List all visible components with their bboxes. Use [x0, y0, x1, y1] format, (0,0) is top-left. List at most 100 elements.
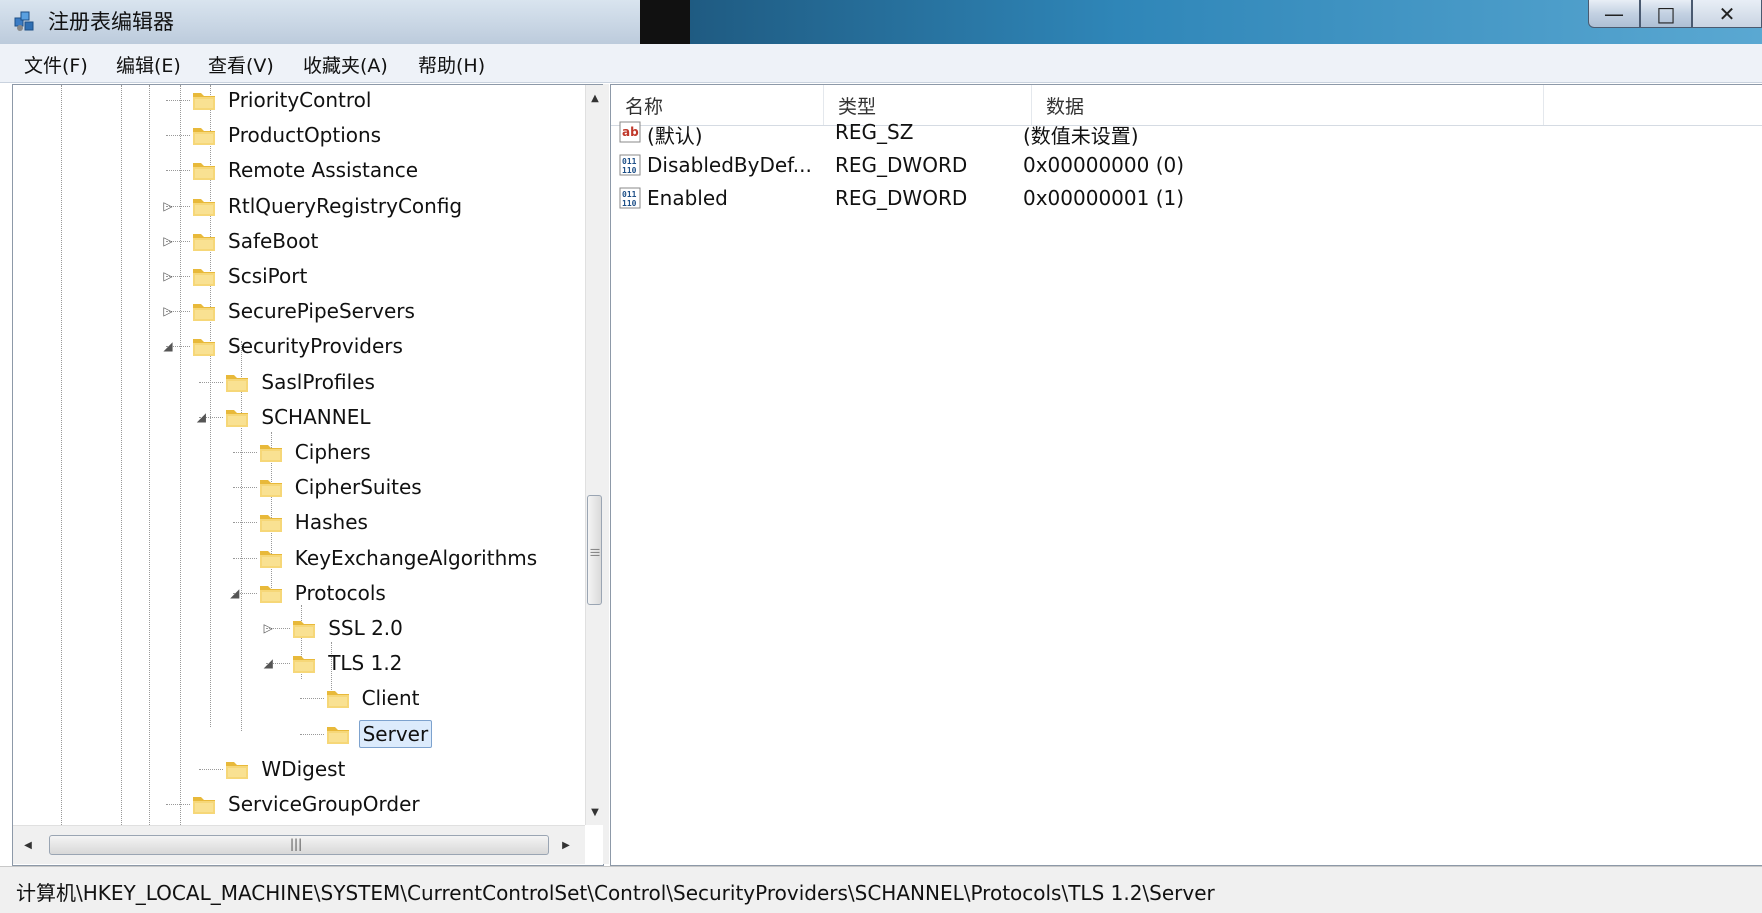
title-bar-dark-strip: [640, 0, 690, 44]
tree-guide-line: [61, 85, 62, 825]
svg-text:011: 011: [622, 157, 637, 166]
tree-item[interactable]: PriorityControl: [191, 85, 374, 117]
tree-item[interactable]: ◢ SecurityProviders: [163, 329, 406, 363]
tree-item[interactable]: ▷ RtlQueryRegistryConfig: [163, 189, 465, 223]
tree-connector-line: [232, 452, 257, 453]
dword-value-icon: 011 110: [619, 153, 643, 177]
tree-connector-line: [232, 487, 257, 489]
tree-horizontal-scroll-thumb[interactable]: |||: [49, 835, 549, 855]
tree-connector-line: [166, 804, 190, 805]
svg-text:ab: ab: [622, 125, 639, 139]
value-row[interactable]: 011 110 Enabled REG_DWORD 0x00000001 (1): [611, 181, 1762, 215]
value-row[interactable]: 011 110 DisabledByDef... REG_DWORD 0x0000000…: [611, 148, 1762, 182]
tree-connector-line: [199, 768, 224, 770]
tree-item[interactable]: ▷ ScsiPort: [163, 259, 310, 293]
tree-item[interactable]: Hashes: [258, 505, 371, 539]
menu-help[interactable]: 帮助(H): [418, 51, 485, 78]
registry-path: 计算机\HKEY_LOCAL_MACHINE\SYSTEM\CurrentCon…: [16, 881, 1215, 905]
pane-splitter[interactable]: [603, 84, 609, 864]
folder-icon: [191, 194, 217, 218]
tree-item[interactable]: Server: [325, 717, 433, 751]
tree-item[interactable]: ProductOptions: [191, 118, 384, 152]
registry-tree[interactable]: PriorityControl ProductOptions Remote Assi…: [12, 84, 604, 866]
tree-item-label: SafeBoot: [228, 228, 319, 253]
folder-icon: [191, 792, 217, 816]
status-bar: 计算机\HKEY_LOCAL_MACHINE\SYSTEM\CurrentCon…: [0, 866, 1762, 913]
value-name: Enabled: [647, 186, 728, 210]
tree-item[interactable]: ServiceGroupOrder: [191, 787, 423, 821]
minimize-icon: —: [1604, 1, 1624, 26]
maximize-button[interactable]: □: [1640, 0, 1692, 28]
tree-vertical-scrollbar[interactable]: ▲ — — — ▼: [585, 85, 603, 825]
collapse-arrow-icon[interactable]: ◢: [161, 339, 175, 353]
maximize-icon: □: [1656, 1, 1676, 26]
folder-icon: [191, 229, 217, 253]
folder-icon: [258, 546, 284, 570]
value-row[interactable]: ab (默认) REG_SZ (数值未设置): [611, 115, 1762, 149]
tree-item[interactable]: Ciphers: [258, 435, 374, 469]
folder-icon: [191, 264, 217, 288]
tree-item[interactable]: ◢ TLS 1.2: [264, 646, 405, 680]
tree-item-label: Remote Assistance: [228, 158, 419, 183]
expand-arrow-icon[interactable]: ▷: [161, 234, 175, 248]
tree-item-label: KeyExchangeAlgorithms: [294, 545, 538, 570]
folder-icon: [258, 475, 284, 499]
folder-icon: [291, 616, 317, 640]
tree-item[interactable]: Client: [325, 681, 423, 715]
tree-item[interactable]: ◢ SCHANNEL: [197, 400, 373, 434]
collapse-arrow-icon[interactable]: ◢: [194, 410, 208, 424]
expand-arrow-icon[interactable]: ▷: [161, 269, 175, 283]
expand-arrow-icon[interactable]: ▷: [261, 621, 275, 635]
menu-favorites[interactable]: 收藏夹(A): [303, 51, 388, 78]
folder-icon: [291, 651, 317, 675]
tree-item[interactable]: ◢ Protocols: [230, 576, 389, 610]
tree-item[interactable]: CipherSuites: [258, 470, 425, 504]
scroll-down-icon[interactable]: ▼: [586, 803, 603, 821]
folder-icon: [224, 370, 250, 394]
folder-icon: [325, 686, 351, 710]
svg-text:011: 011: [622, 190, 637, 199]
values-list[interactable]: 名称 类型 数据 ab (默认) REG_SZ (数值未设置) 011 110 Disabl…: [610, 84, 1762, 866]
tree-item[interactable]: ▷ SecurePipeServers: [163, 294, 418, 328]
tree-item[interactable]: ▷ SSL 2.0: [264, 611, 406, 645]
svg-text:110: 110: [622, 166, 637, 175]
tree-item-label: Hashes: [294, 510, 368, 535]
menu-view[interactable]: 查看(V): [208, 51, 274, 78]
expand-arrow-icon[interactable]: ▷: [161, 304, 175, 318]
scroll-left-icon[interactable]: ◀: [19, 836, 37, 854]
dword-value-icon: 011 110: [619, 186, 643, 210]
folder-icon: [191, 158, 217, 182]
folder-icon: [258, 440, 284, 464]
collapse-arrow-icon[interactable]: ◢: [228, 586, 242, 600]
tree-item[interactable]: SaslProfiles: [224, 365, 378, 399]
svg-text:110: 110: [622, 199, 637, 208]
tree-item-label: ServiceGroupOrder: [228, 792, 420, 816]
tree-guide-line: [149, 85, 150, 825]
minimize-button[interactable]: —: [1588, 0, 1640, 28]
scroll-right-icon[interactable]: ▶: [557, 836, 575, 854]
menu-edit[interactable]: 编辑(E): [116, 51, 181, 78]
tree-horizontal-scrollbar[interactable]: ◀ ||| ▶: [13, 825, 585, 864]
menu-file[interactable]: 文件(F): [24, 51, 88, 78]
tree-vertical-scroll-thumb[interactable]: — — —: [587, 495, 602, 605]
tree-item-label: Client: [361, 686, 420, 711]
tree-item[interactable]: Remote Assistance: [191, 153, 421, 187]
folder-icon: [191, 88, 217, 112]
close-button[interactable]: ✕: [1692, 0, 1762, 28]
tree-connector-line: [232, 557, 257, 559]
tree-item-label: ScsiPort: [228, 264, 308, 288]
tree-item-label: SCHANNEL: [261, 404, 371, 429]
folder-icon: [191, 299, 217, 323]
tree-item[interactable]: WDigest: [224, 752, 348, 786]
close-icon: ✕: [1718, 1, 1736, 26]
expand-arrow-icon[interactable]: ▷: [161, 199, 175, 213]
scroll-up-icon[interactable]: ▲: [586, 89, 603, 107]
value-data: 0x00000001 (1): [1023, 186, 1185, 210]
string-value-icon: ab: [619, 120, 643, 144]
collapse-arrow-icon[interactable]: ◢: [261, 656, 275, 670]
title-bar[interactable]: 注册表编辑器 — □ ✕: [0, 0, 1762, 44]
tree-item[interactable]: ▷ SafeBoot: [163, 224, 321, 258]
tree-item[interactable]: KeyExchangeAlgorithms: [258, 541, 540, 575]
tree-item-label: TLS 1.2: [328, 651, 403, 676]
tree-item-label: SSL 2.0: [328, 616, 403, 640]
